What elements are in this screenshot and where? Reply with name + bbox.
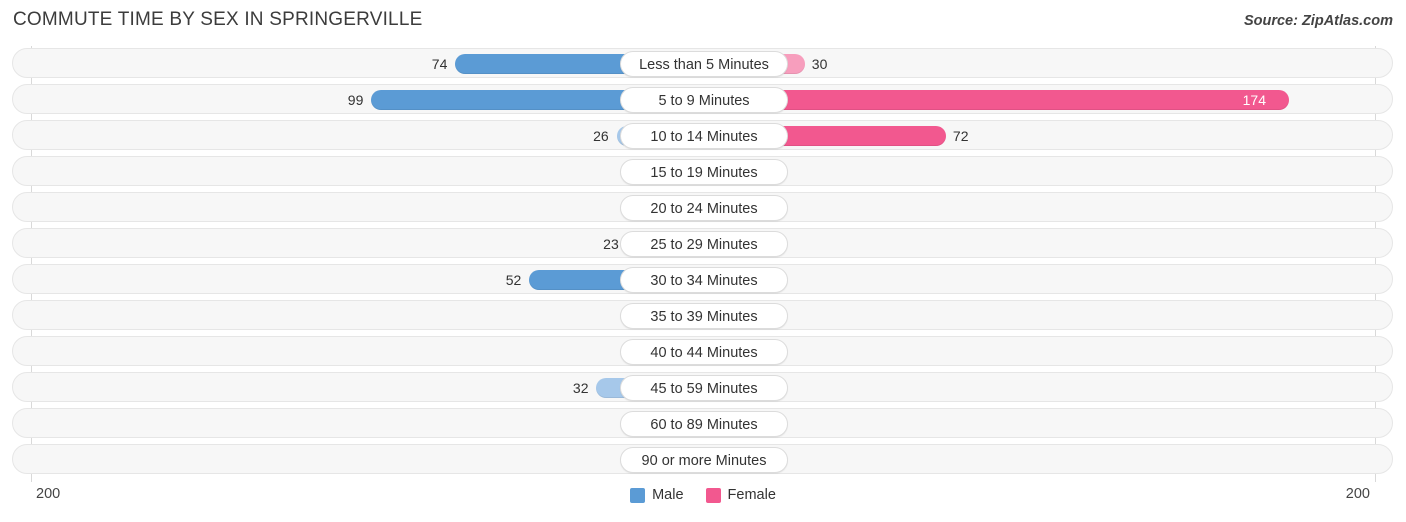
chart-plot-area: 74 30 Less than 5 Minutes 99 174 5 to 9 Minut…	[0, 46, 1406, 482]
category-label: 5 to 9 Minutes	[620, 87, 788, 113]
category-label: 90 or more Minutes	[620, 447, 788, 473]
bar-female	[704, 90, 1289, 110]
legend-label: Female	[727, 487, 776, 503]
legend-swatch-icon	[630, 487, 646, 503]
source-attribution: Source: ZipAtlas.com	[1243, 13, 1393, 29]
category-label: 30 to 34 Minutes	[620, 267, 788, 293]
table-row: 0060 to 89 Minutes	[12, 408, 1393, 438]
legend-item-female[interactable]: Female	[705, 487, 776, 503]
bar-value-female: 174	[1242, 92, 1266, 108]
chart-legend: Male Female	[0, 487, 1406, 503]
bar-value-male: 23	[603, 236, 619, 252]
table-row: 99 174 5 to 9 Minutes	[12, 84, 1393, 114]
chart-footer: 200 200 Male Female	[0, 482, 1406, 522]
table-row: 1090 or more Minutes	[12, 444, 1393, 474]
bar-value-male: 32	[572, 380, 589, 396]
table-row: 4020 to 24 Minutes	[12, 192, 1393, 222]
category-label: 35 to 39 Minutes	[620, 303, 788, 329]
table-row: 26 72 10 to 14 Minutes	[12, 120, 1393, 150]
category-label: 45 to 59 Minutes	[620, 375, 788, 401]
bar-value-male: 52	[505, 272, 522, 288]
table-row: 52530 to 34 Minutes	[12, 264, 1393, 294]
category-label: 25 to 29 Minutes	[620, 231, 788, 257]
category-label: 10 to 14 Minutes	[620, 123, 788, 149]
bar-value-male: 99	[347, 92, 364, 108]
legend-swatch-icon	[705, 487, 721, 503]
table-row: 74 30 Less than 5 Minutes	[12, 48, 1393, 78]
category-label: 60 to 89 Minutes	[620, 411, 788, 437]
category-label: 40 to 44 Minutes	[620, 339, 788, 365]
bar-value-male: 26	[593, 128, 609, 144]
category-label: 20 to 24 Minutes	[620, 195, 788, 221]
table-row: 23025 to 29 Minutes	[12, 228, 1393, 258]
category-label: 15 to 19 Minutes	[620, 159, 788, 185]
table-row: 0715 to 19 Minutes	[12, 156, 1393, 186]
bar-value-male: 74	[431, 56, 448, 72]
legend-label: Male	[652, 487, 684, 503]
bar-value-female: 72	[952, 128, 969, 144]
bar-value-female: 30	[811, 56, 828, 72]
page-title: COMMUTE TIME BY SEX IN SPRINGERVILLE	[13, 9, 423, 30]
table-row: 321245 to 59 Minutes	[12, 372, 1393, 402]
category-label: Less than 5 Minutes	[620, 51, 788, 77]
table-row: 131740 to 44 Minutes	[12, 336, 1393, 366]
table-row: 6035 to 39 Minutes	[12, 300, 1393, 330]
legend-item-male[interactable]: Male	[630, 487, 684, 503]
